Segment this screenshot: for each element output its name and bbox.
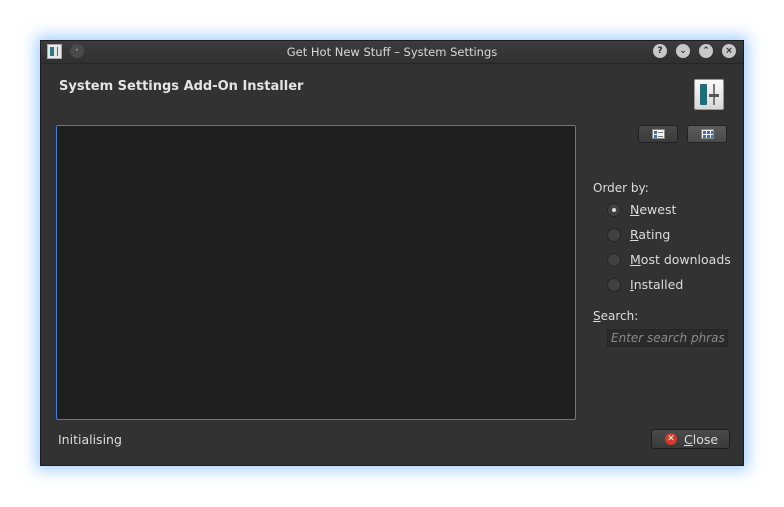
newest-radio[interactable] (607, 203, 621, 217)
help-button[interactable]: ? (653, 44, 667, 58)
window-title: Get Hot New Stuff – System Settings (286, 45, 498, 59)
status-text: Initialising (58, 432, 122, 447)
close-icon: ✕ (665, 433, 677, 445)
most-downloads-label: Most downloads (630, 252, 731, 267)
close-button[interactable]: ✕ Close (651, 429, 730, 449)
rating-radio[interactable] (607, 228, 621, 242)
details-view-button[interactable] (638, 125, 678, 143)
system-settings-icon (694, 79, 724, 110)
icons-view-button[interactable] (687, 125, 727, 143)
rating-label: Rating (630, 227, 671, 242)
installed-radio[interactable] (607, 278, 621, 292)
settings-window: · Get Hot New Stuff – System Settings ? … (40, 40, 744, 466)
order-by-label: Order by: (593, 181, 649, 195)
search-label: Search: (593, 309, 639, 323)
title-bar[interactable]: · Get Hot New Stuff – System Settings ? … (41, 41, 743, 64)
most-downloads-radio[interactable] (607, 253, 621, 267)
installed-label: Installed (630, 277, 684, 292)
search-input[interactable] (607, 329, 728, 347)
maximize-button[interactable]: ⌃ (699, 44, 713, 58)
close-button-label: Close (684, 432, 719, 447)
page-title: System Settings Add-On Installer (59, 79, 304, 94)
details-list-icon (652, 129, 665, 139)
minimize-button[interactable]: ⌄ (676, 44, 690, 58)
close-window-button[interactable]: × (722, 44, 736, 58)
newest-label: Newest (630, 202, 677, 217)
icons-grid-icon (701, 129, 714, 139)
addon-list-view[interactable] (56, 125, 576, 420)
